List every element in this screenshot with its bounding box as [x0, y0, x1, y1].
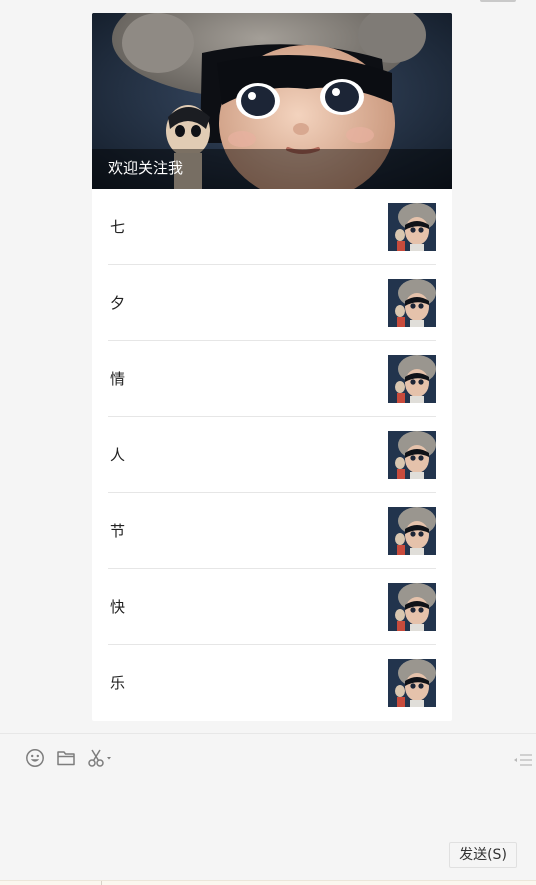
collapse-input-icon[interactable] — [513, 753, 533, 767]
article-list-item[interactable]: 快 — [108, 569, 436, 645]
article-item-title: 人 — [110, 446, 126, 464]
doll-thumbnail-image — [388, 279, 436, 327]
folder-icon — [57, 751, 75, 766]
doll-thumbnail-image — [388, 431, 436, 479]
article-thumbnail — [388, 431, 436, 479]
input-toolbar — [24, 747, 123, 769]
article-list-item[interactable]: 人 — [108, 417, 436, 493]
chat-window: 欢迎关注我 七 夕 情 人 节 快 乐 发送(S) — [0, 0, 536, 885]
screenshot-button[interactable] — [86, 747, 114, 769]
article-thumbnail — [388, 583, 436, 631]
bottom-strip-divider — [101, 881, 102, 885]
article-item-title: 夕 — [110, 294, 126, 312]
article-card[interactable]: 欢迎关注我 七 夕 情 人 节 快 乐 — [92, 13, 452, 721]
article-thumbnail — [388, 507, 436, 555]
article-thumbnail — [388, 203, 436, 251]
article-list-item[interactable]: 夕 — [108, 265, 436, 341]
article-item-title: 节 — [110, 522, 126, 540]
bottom-strip — [0, 880, 536, 885]
emoji-button[interactable] — [24, 747, 46, 769]
cover-title: 欢迎关注我 — [108, 160, 184, 177]
article-thumbnail — [388, 355, 436, 403]
doll-thumbnail-image — [388, 659, 436, 707]
doll-thumbnail-image — [388, 583, 436, 631]
article-list-item[interactable]: 情 — [108, 341, 436, 417]
article-item-title: 情 — [110, 370, 126, 388]
article-list-item[interactable]: 七 — [108, 189, 436, 265]
send-button[interactable]: 发送(S) — [449, 842, 517, 868]
message-input[interactable] — [0, 776, 536, 836]
article-list-item[interactable]: 节 — [108, 493, 436, 569]
article-item-title: 快 — [110, 598, 126, 616]
input-divider — [0, 733, 536, 734]
file-button[interactable] — [55, 747, 77, 769]
article-thumbnail — [388, 659, 436, 707]
article-cover[interactable]: 欢迎关注我 — [92, 13, 452, 189]
article-list-item[interactable]: 乐 — [108, 645, 436, 721]
article-thumbnail — [388, 279, 436, 327]
doll-thumbnail-image — [388, 203, 436, 251]
avatar-edge — [480, 0, 516, 2]
emoji-icon — [26, 749, 44, 767]
article-list: 七 夕 情 人 节 快 乐 — [92, 189, 452, 721]
doll-thumbnail-image — [388, 355, 436, 403]
doll-thumbnail-image — [388, 507, 436, 555]
article-item-title: 乐 — [110, 674, 126, 692]
scissors-icon — [88, 749, 111, 767]
article-item-title: 七 — [110, 218, 126, 236]
